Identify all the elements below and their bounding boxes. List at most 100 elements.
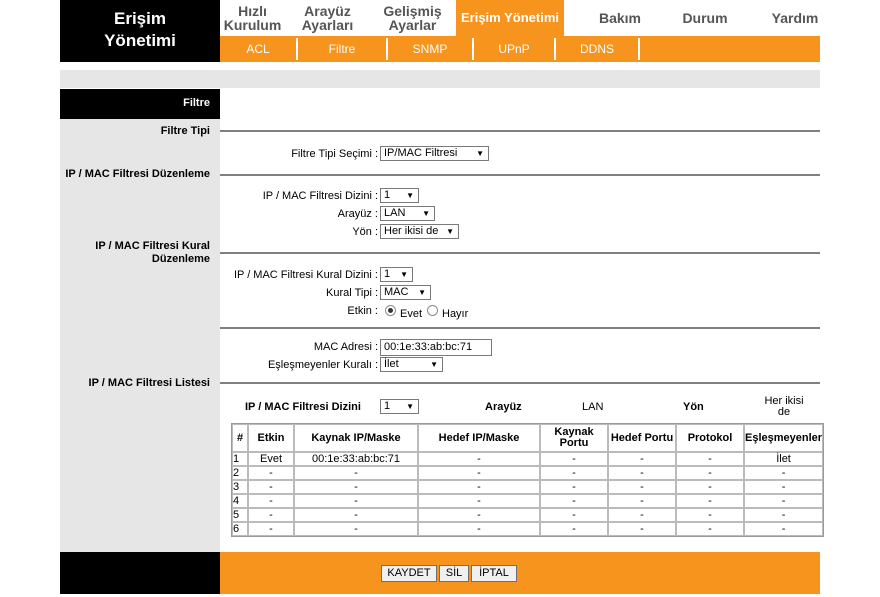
col-destination: Hedef IP/Maske — [418, 424, 540, 452]
subtab-acl[interactable]: ACL — [220, 36, 296, 62]
col-source: Kaynak IP/Maske — [294, 424, 418, 452]
table-cell: 4 — [232, 494, 248, 508]
filter-type-select[interactable]: IP/MAC Filtresi ▼ — [380, 146, 489, 161]
table-header-row: # Etkin Kaynak IP/Maske Hedef IP/Maske K… — [232, 424, 824, 452]
section-rule-edit: IP / MAC Filtresi Kural Düzenleme — [95, 240, 210, 265]
chevron-down-icon: ▼ — [406, 402, 414, 411]
tab-interface-setup[interactable]: Arayüz Ayarları — [290, 0, 365, 36]
table-row: 2------- — [232, 466, 824, 480]
table-cell: - — [608, 494, 676, 508]
rule-index-select[interactable]: 1 ▼ — [380, 267, 413, 282]
chevron-down-icon: ▼ — [430, 360, 438, 369]
active-no-radio[interactable] — [427, 305, 438, 316]
save-button[interactable]: KAYDET — [381, 565, 437, 582]
subtab-ddns[interactable]: DDNS — [556, 36, 638, 62]
brand-line1: Erişim — [114, 9, 166, 28]
tab-help[interactable]: Yardım — [760, 0, 830, 36]
brand-logo: Erişim Yönetimi — [60, 0, 220, 62]
delete-button[interactable]: SİL — [439, 565, 469, 582]
sub-nav: ACL Filtre SNMP UPnP DDNS — [220, 36, 820, 62]
col-protocol: Protokol — [676, 424, 744, 452]
table-cell: 3 — [232, 480, 248, 494]
table-cell: - — [676, 452, 744, 466]
separator — [220, 174, 820, 176]
table-cell: İlet — [744, 452, 824, 466]
active-yes-radio[interactable] — [385, 305, 396, 316]
col-source-port: Kaynak Portu — [540, 424, 608, 452]
footer-bar — [220, 552, 820, 594]
col-destination-port: Hedef Portu — [608, 424, 676, 452]
table-cell: - — [418, 452, 540, 466]
table-cell: - — [294, 508, 418, 522]
direction-select[interactable]: Her ikisi de ▼ — [380, 224, 459, 239]
mac-address-label: MAC Adresi : — [313, 341, 378, 353]
table-row: 6------- — [232, 522, 824, 536]
table-cell: - — [418, 522, 540, 536]
left-column — [60, 119, 220, 552]
set-index-select[interactable]: 1 ▼ — [380, 188, 419, 203]
table-cell: - — [248, 522, 294, 536]
subtab-upnp[interactable]: UPnP — [474, 36, 554, 62]
mac-address-input[interactable]: 00:1e:33:ab:bc:71 — [380, 339, 492, 356]
table-cell: - — [540, 508, 608, 522]
unmatched-rule-select[interactable]: İlet ▼ — [380, 357, 443, 372]
table-cell: - — [608, 522, 676, 536]
rule-type-select[interactable]: MAC ▼ — [380, 285, 431, 300]
table-cell: - — [676, 508, 744, 522]
table-cell: - — [418, 508, 540, 522]
tab-status[interactable]: Durum — [670, 0, 740, 36]
table-cell: - — [540, 452, 608, 466]
col-index: # — [232, 424, 248, 452]
tab-maintenance[interactable]: Bakım — [585, 0, 655, 36]
col-active: Etkin — [248, 424, 294, 452]
list-direction-label: Yön — [683, 401, 704, 413]
set-index-label: IP / MAC Filtresi Dizini : — [262, 190, 378, 202]
table-cell: - — [676, 494, 744, 508]
separator — [220, 382, 820, 384]
list-interface-label: Arayüz — [485, 401, 522, 413]
table-cell: - — [248, 508, 294, 522]
chevron-down-icon: ▼ — [418, 288, 426, 297]
interface-select[interactable]: LAN ▼ — [380, 206, 435, 221]
cancel-button[interactable]: İPTAL — [471, 565, 517, 582]
table-cell: - — [608, 452, 676, 466]
tab-quick-setup[interactable]: Hızlı Kurulum — [220, 0, 285, 36]
active-yes-label: Evet — [400, 308, 423, 320]
section-list: IP / MAC Filtresi Listesi — [88, 377, 210, 389]
table-row: 4------- — [232, 494, 824, 508]
table-cell: - — [744, 466, 824, 480]
active-label: Etkin : — [347, 305, 378, 317]
subtab-filter[interactable]: Filtre — [298, 36, 386, 62]
table-cell: - — [540, 480, 608, 494]
table-cell: - — [248, 466, 294, 480]
section-ip-mac-edit: IP / MAC Filtresi Düzenleme — [65, 168, 210, 180]
table-cell: - — [418, 494, 540, 508]
divider-bar — [60, 70, 820, 88]
table-cell: - — [294, 480, 418, 494]
table-cell: - — [608, 508, 676, 522]
tab-advanced-setup[interactable]: Gelişmiş Ayarlar — [370, 0, 455, 36]
table-cell: 00:1e:33:ab:bc:71 — [294, 452, 418, 466]
table-body: 1 Evet 00:1e:33:ab:bc:71- - - - İlet 2- - - - - - -3-… — [232, 452, 824, 536]
list-index-label: IP / MAC Filtresi Dizini — [245, 401, 361, 413]
table-row: 3------- — [232, 480, 824, 494]
col-unmatched: Eşleşmeyenler — [744, 424, 824, 452]
table-cell: - — [744, 522, 824, 536]
section-filter-type: Filtre Tipi — [160, 125, 210, 137]
footer-left — [60, 552, 220, 594]
table-cell: - — [248, 494, 294, 508]
table-cell: - — [744, 494, 824, 508]
list-interface-value: LAN — [582, 401, 604, 413]
chevron-down-icon: ▼ — [476, 149, 484, 158]
table-cell: - — [294, 494, 418, 508]
subtab-snmp[interactable]: SNMP — [388, 36, 472, 62]
table-cell: - — [540, 494, 608, 508]
table-cell: - — [248, 480, 294, 494]
page-title: Filtre — [183, 97, 210, 109]
tab-access-management[interactable]: Erişim Yönetimi — [456, 0, 564, 36]
separator — [220, 130, 820, 132]
chevron-down-icon: ▼ — [400, 270, 408, 279]
table-cell: 5 — [232, 508, 248, 522]
list-index-select[interactable]: 1 ▼ — [380, 399, 419, 414]
table-cell: - — [294, 466, 418, 480]
